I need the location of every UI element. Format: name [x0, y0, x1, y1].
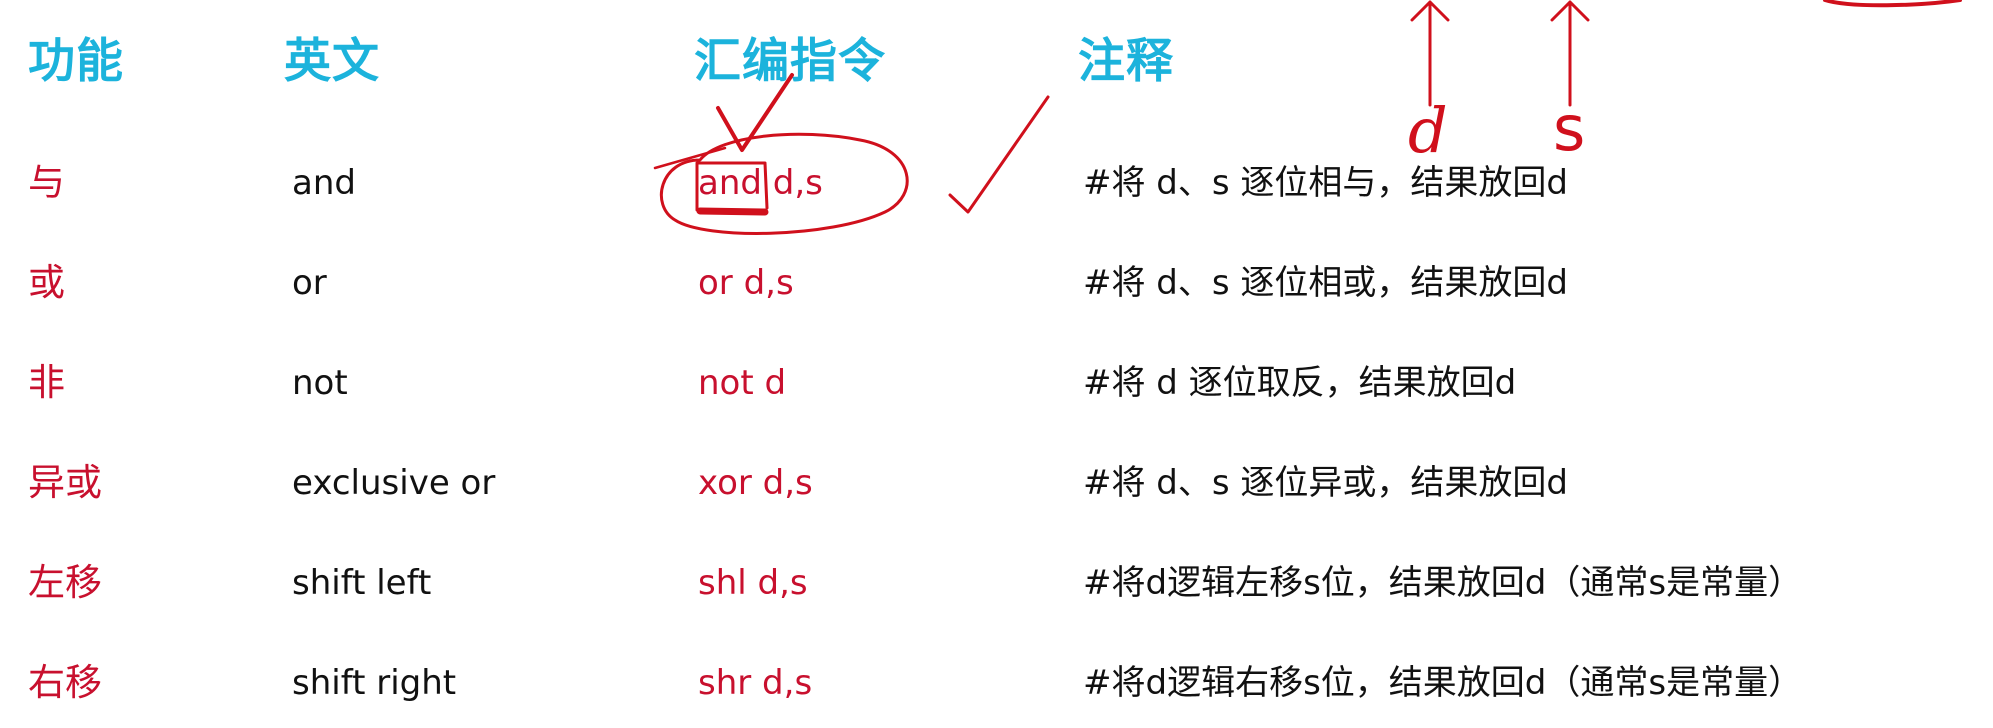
header-function: 功能: [28, 34, 124, 89]
table-row: 与 and and d,s #将 d、s 逐位相与，结果放回d: [0, 153, 1993, 213]
assembly-cell: and d,s: [698, 163, 823, 203]
assembly-cell: shr d,s: [698, 663, 813, 703]
comment-cell: #将 d、s 逐位异或，结果放回d: [1083, 463, 1568, 503]
instruction-table-slide: 功能 英文 汇编指令 注释 与 and and d,s #将 d、s 逐位相与，…: [0, 0, 1993, 728]
header-comment: 注释: [1078, 34, 1174, 89]
table-row: 非 not not d #将 d 逐位取反，结果放回d: [0, 353, 1993, 413]
table-row: 或 or or d,s #将 d、s 逐位相或，结果放回d: [0, 253, 1993, 313]
table-row: 右移 shift right shr d,s #将d逻辑右移s位，结果放回d（通…: [0, 653, 1993, 713]
table-row: 异或 exclusive or xor d,s #将 d、s 逐位异或，结果放回…: [0, 453, 1993, 513]
function-cell: 与: [28, 161, 65, 204]
english-cell: not: [292, 363, 348, 403]
assembly-cell: shl d,s: [698, 563, 808, 603]
comment-cell: #将d逻辑左移s位，结果放回d（通常s是常量）: [1083, 563, 1803, 603]
function-cell: 非: [28, 361, 65, 404]
function-cell: 左移: [28, 561, 102, 604]
english-cell: or: [292, 263, 327, 303]
comment-cell: #将d逻辑右移s位，结果放回d（通常s是常量）: [1083, 663, 1803, 703]
function-cell: 或: [28, 261, 65, 304]
english-cell: shift left: [292, 563, 432, 603]
assembly-cell: or d,s: [698, 263, 794, 303]
stroke-mark: [1823, 0, 1962, 8]
header-english: 英文: [284, 34, 380, 89]
assembly-cell: xor d,s: [698, 463, 813, 503]
english-cell: exclusive or: [292, 463, 496, 503]
comment-cell: #将 d 逐位取反，结果放回d: [1083, 363, 1517, 403]
function-cell: 右移: [28, 661, 102, 704]
english-cell: shift right: [292, 663, 457, 703]
english-cell: and: [292, 163, 356, 203]
table-row: 左移 shift left shl d,s #将d逻辑左移s位，结果放回d（通常…: [0, 553, 1993, 613]
assembly-cell: not d: [698, 363, 787, 403]
function-cell: 异或: [28, 461, 102, 504]
header-assembly: 汇编指令: [694, 34, 886, 89]
arrow-up-icon: [1410, 0, 1450, 107]
comment-cell: #将 d、s 逐位相或，结果放回d: [1083, 263, 1568, 303]
comment-cell: #将 d、s 逐位相与，结果放回d: [1083, 163, 1568, 203]
arrow-up-icon: [1550, 0, 1590, 107]
